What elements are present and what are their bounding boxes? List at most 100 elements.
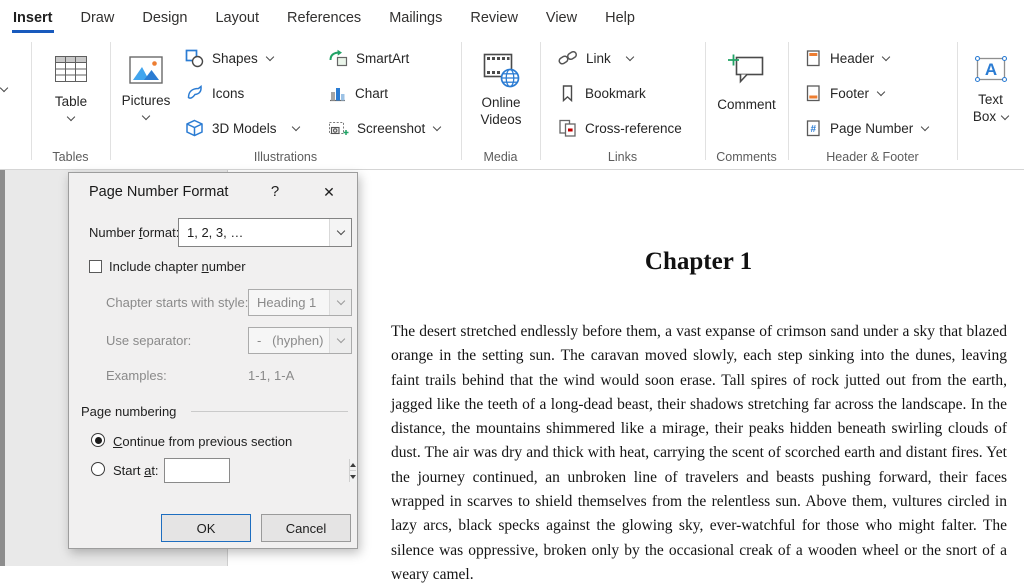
header-button[interactable]: Header bbox=[804, 47, 928, 69]
start-at-label[interactable]: Start at: bbox=[113, 463, 159, 478]
group-label-links: Links bbox=[607, 150, 638, 164]
bookmark-icon bbox=[558, 84, 577, 103]
section-divider bbox=[191, 411, 348, 412]
shapes-button[interactable]: Shapes bbox=[185, 47, 299, 69]
chapter-style-value: Heading 1 bbox=[257, 295, 317, 310]
close-icon[interactable]: ✕ bbox=[319, 182, 339, 202]
examples-value: 1-1, 1-A bbox=[248, 368, 295, 383]
start-at-radio[interactable] bbox=[91, 462, 105, 476]
page-number-button-label: Page Number bbox=[830, 120, 914, 136]
link-icon bbox=[558, 49, 578, 67]
smartart-button-label: SmartArt bbox=[356, 50, 410, 66]
include-chapter-number-label[interactable]: Include chapter number bbox=[109, 259, 246, 274]
tab-review[interactable]: Review bbox=[469, 4, 519, 32]
group-label-media: Media bbox=[483, 150, 518, 164]
pictures-button-label: Pictures bbox=[121, 93, 171, 108]
online-videos-icon bbox=[480, 50, 522, 90]
ribbon-group-links: Link Bookmark Cross-reference Links bbox=[540, 35, 705, 169]
header-icon bbox=[804, 49, 822, 68]
group-label-illustrations: Illustrations bbox=[253, 150, 318, 164]
icons-icon bbox=[185, 84, 204, 103]
use-separator-value: - (hyphen) bbox=[257, 333, 324, 348]
smartart-button[interactable]: SmartArt bbox=[328, 47, 440, 69]
cross-reference-button-label: Cross-reference bbox=[585, 120, 682, 136]
chevron-down-icon bbox=[291, 122, 300, 131]
tab-insert[interactable]: Insert bbox=[12, 4, 54, 33]
tab-layout[interactable]: Layout bbox=[214, 4, 260, 32]
comment-button[interactable]: Comment bbox=[710, 50, 783, 113]
chevron-down-icon bbox=[66, 112, 76, 122]
page-number-button[interactable]: # Page Number bbox=[804, 117, 930, 139]
use-separator-select: - (hyphen) bbox=[248, 327, 352, 354]
document-heading: Chapter 1 bbox=[644, 248, 753, 275]
comment-icon bbox=[725, 50, 769, 88]
spinner-down-button[interactable] bbox=[350, 470, 356, 482]
ribbon-group-header-footer: Header Footer # Page Number Header & Foo… bbox=[788, 35, 957, 169]
chevron-down-icon[interactable] bbox=[0, 83, 9, 93]
smartart-icon bbox=[328, 49, 348, 68]
3d-models-button-label: 3D Models bbox=[212, 120, 277, 136]
cancel-button[interactable]: Cancel bbox=[261, 514, 351, 542]
pictures-button[interactable]: Pictures bbox=[115, 55, 177, 121]
header-button-label: Header bbox=[830, 50, 875, 66]
group-label-comments: Comments bbox=[716, 150, 777, 164]
continue-previous-section-label[interactable]: Continue from previous section bbox=[113, 434, 292, 449]
tab-help[interactable]: Help bbox=[604, 4, 636, 32]
3d-models-icon bbox=[185, 119, 204, 138]
link-button-label: Link bbox=[586, 50, 611, 66]
canvas-edge-strip bbox=[0, 170, 5, 566]
bookmark-button[interactable]: Bookmark bbox=[558, 82, 682, 104]
link-button[interactable]: Link bbox=[558, 47, 682, 69]
chart-button[interactable]: Chart bbox=[328, 82, 440, 104]
chapter-style-select: Heading 1 bbox=[248, 289, 352, 316]
tab-view[interactable]: View bbox=[545, 4, 578, 32]
text-box-icon: A bbox=[972, 53, 1010, 85]
3d-models-button[interactable]: 3D Models bbox=[185, 117, 300, 139]
start-at-spinner bbox=[164, 458, 356, 483]
include-chapter-number-checkbox[interactable] bbox=[89, 260, 102, 273]
continue-previous-section-radio[interactable] bbox=[91, 433, 105, 447]
icons-button-label: Icons bbox=[212, 85, 245, 101]
chevron-down-icon bbox=[1000, 111, 1010, 120]
tab-design[interactable]: Design bbox=[141, 4, 188, 32]
document-paragraph: The desert stretched endlessly before th… bbox=[391, 323, 1007, 583]
chevron-down-icon bbox=[882, 52, 891, 61]
ribbon-group-illustrations: Pictures Shapes Icons 3D Models SmartArt… bbox=[110, 35, 461, 169]
spinner-up-button[interactable] bbox=[350, 459, 356, 470]
ribbon-group-tables: Table Tables bbox=[31, 35, 110, 169]
help-button[interactable]: ? bbox=[265, 182, 285, 202]
icons-button[interactable]: Icons bbox=[185, 82, 299, 104]
cross-reference-button[interactable]: Cross-reference bbox=[558, 117, 682, 139]
ok-button[interactable]: OK bbox=[161, 514, 251, 542]
text-box-button[interactable]: A Text Box bbox=[963, 53, 1018, 125]
tab-mailings[interactable]: Mailings bbox=[388, 4, 443, 32]
comment-button-label: Comment bbox=[717, 97, 776, 112]
number-format-select[interactable]: 1, 2, 3, … bbox=[178, 218, 352, 247]
table-button[interactable]: Table bbox=[42, 53, 100, 122]
online-videos-label-line1: Online bbox=[481, 95, 521, 110]
tab-draw[interactable]: Draw bbox=[80, 4, 116, 32]
ribbon: Table Tables Pictures Shapes Icons 3D Mo… bbox=[0, 35, 1024, 170]
ribbon-group-text: A Text Box bbox=[957, 35, 1024, 169]
chart-button-label: Chart bbox=[355, 85, 389, 101]
number-format-value: 1, 2, 3, … bbox=[187, 225, 244, 240]
cross-reference-icon bbox=[558, 119, 577, 138]
page-numbering-section-label: Page numbering bbox=[81, 404, 177, 419]
online-videos-button[interactable]: Online Videos bbox=[471, 50, 531, 128]
chevron-down-icon bbox=[265, 52, 275, 61]
table-icon bbox=[54, 53, 88, 85]
number-format-label: Number format: bbox=[89, 225, 180, 240]
footer-button[interactable]: Footer bbox=[804, 82, 928, 104]
ribbon-group-media: Online Videos Media bbox=[461, 35, 540, 169]
online-videos-label-line2: Videos bbox=[480, 112, 522, 127]
footer-icon bbox=[804, 84, 822, 103]
tab-references[interactable]: References bbox=[286, 4, 362, 32]
page-number-format-dialog: Page Number Format ? ✕ Number format: 1,… bbox=[68, 172, 358, 549]
chevron-down-icon bbox=[433, 122, 442, 131]
screenshot-button-label: Screenshot bbox=[357, 120, 426, 136]
chevron-down-icon bbox=[141, 111, 151, 121]
chapter-style-label: Chapter starts with style: bbox=[106, 295, 249, 310]
text-box-label-line2: Box bbox=[973, 108, 1010, 125]
screenshot-button[interactable]: Screenshot bbox=[328, 117, 442, 139]
start-at-input[interactable] bbox=[165, 459, 349, 482]
